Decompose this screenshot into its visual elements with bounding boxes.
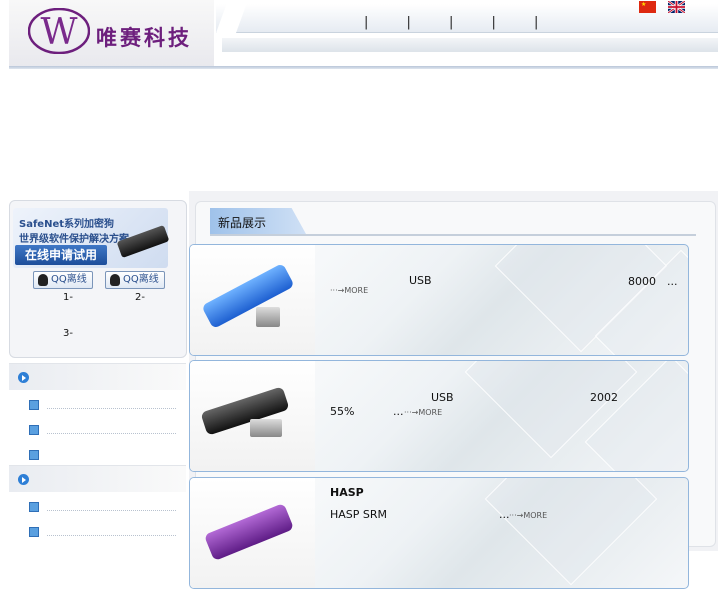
penguin-icon	[110, 274, 120, 286]
product-text: 8000	[628, 275, 656, 288]
product-card[interactable]: USB 2002 55% ... ···→MORE	[189, 360, 689, 472]
bullet-icon	[29, 425, 39, 435]
product-text: 55%	[330, 405, 355, 418]
product-image	[190, 361, 315, 471]
product-text: 2002	[590, 391, 618, 404]
bullet-icon	[29, 527, 39, 537]
blue-usb-dongle	[201, 262, 295, 330]
product-card[interactable]: HASP HASP SRM ... ···→MORE	[189, 477, 689, 589]
qq-offline-button[interactable]: QQ离线	[33, 271, 93, 289]
tab-new-products-label: 新品展示	[218, 216, 267, 230]
logo-icon[interactable]: W	[28, 8, 90, 54]
penguin-icon	[38, 274, 48, 286]
bullet-icon	[29, 450, 39, 460]
more-link[interactable]: ···→MORE	[330, 286, 368, 295]
english-flag-icon[interactable]	[668, 1, 685, 13]
divider	[47, 510, 176, 511]
sidebar-item[interactable]	[9, 391, 186, 415]
product-text: HASP SRM	[330, 508, 388, 521]
sub-nav-bar	[222, 38, 718, 52]
sidebar-section-header[interactable]	[9, 465, 186, 492]
brand-name: 唯赛科技	[96, 25, 192, 50]
product-text: ...	[499, 508, 510, 521]
sidebar-item[interactable]	[9, 493, 186, 517]
product-image	[190, 245, 315, 355]
apply-trial-button[interactable]: 在线申请试用	[15, 245, 107, 265]
logo-letter: W	[40, 12, 77, 53]
product-text: USB	[431, 391, 454, 404]
divider	[47, 408, 176, 409]
qq-label: QQ离线	[51, 274, 87, 285]
qq-label: QQ离线	[123, 274, 159, 285]
product-text: USB	[409, 274, 432, 287]
sidebar-section-header[interactable]	[9, 363, 186, 390]
banner-line2: 世界级软件保护解决方案	[19, 234, 129, 245]
purple-hasp-dongle	[203, 502, 295, 562]
contact-label: 1-	[63, 292, 73, 303]
tab-underline	[210, 234, 696, 236]
arrow-circle-icon	[18, 372, 29, 383]
bullet-icon	[29, 400, 39, 410]
more-link[interactable]: ···→MORE	[509, 511, 547, 520]
product-text: HASP	[330, 486, 364, 499]
banner-line1: SafeNet系列加密狗	[19, 219, 115, 230]
product-card[interactable]: USB 8000 ... ···→MORE	[189, 244, 689, 356]
nav-separators: | | | | |	[364, 15, 556, 30]
usb-connector	[250, 419, 282, 437]
sidebar-item[interactable]	[9, 441, 186, 465]
divider	[47, 433, 176, 434]
chinese-flag-icon[interactable]: ★	[639, 1, 656, 13]
product-text: ...	[667, 275, 678, 288]
sidebar-item[interactable]	[9, 416, 186, 440]
decor-diamond	[484, 478, 658, 586]
contact-label: 3-	[63, 328, 73, 339]
usb-connector	[256, 307, 280, 327]
bullet-icon	[29, 502, 39, 512]
contact-label: 2-	[135, 292, 145, 303]
arrow-circle-icon	[18, 474, 29, 485]
sidebar-item[interactable]	[9, 518, 186, 542]
header-divider	[9, 66, 718, 69]
divider	[47, 535, 176, 536]
more-link[interactable]: ···→MORE	[404, 408, 442, 417]
product-image	[190, 478, 315, 588]
product-text: ...	[393, 405, 404, 418]
qq-offline-button[interactable]: QQ离线	[105, 271, 165, 289]
